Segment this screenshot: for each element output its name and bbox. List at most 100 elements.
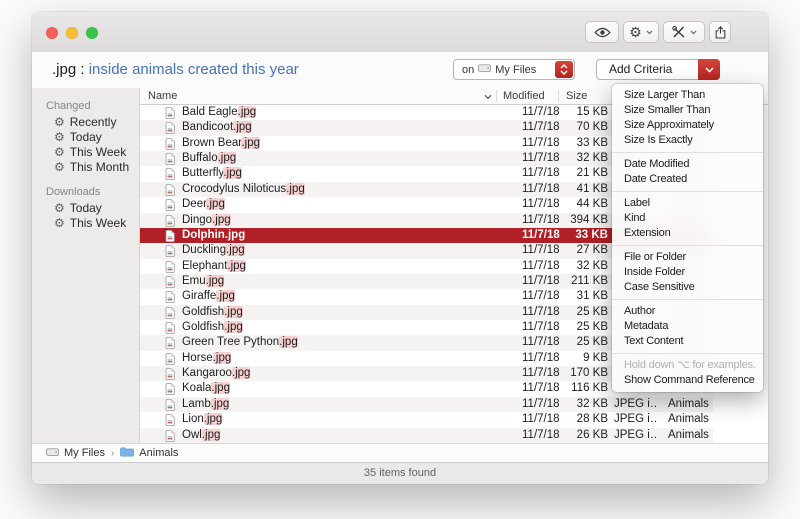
- menu-separator: [612, 353, 763, 354]
- search-scope-popup[interactable]: on My Files: [453, 59, 575, 80]
- file-size: 44 KB: [558, 197, 608, 212]
- tools-menu-button[interactable]: [663, 21, 705, 43]
- sidebar-item-downloads-this-week[interactable]: ⚙This Week: [32, 215, 139, 230]
- status-bar: 35 items found: [32, 462, 768, 484]
- file-name: Dolphin.jpg: [182, 228, 492, 243]
- file-location: Animals: [668, 428, 714, 443]
- file-name: Bald Eagle.jpg: [182, 105, 492, 120]
- file-name: Elephant.jpg: [182, 259, 492, 274]
- gear-icon: ⚙: [629, 25, 642, 39]
- popup-stepper-icon: [555, 61, 573, 78]
- sort-indicator-icon[interactable]: [484, 89, 492, 105]
- file-icon: [165, 335, 177, 350]
- table-row-lion[interactable]: Lion.jpg11/7/1828 KBJPEG i…Animals: [140, 412, 713, 427]
- folder-icon: [120, 447, 134, 460]
- disk-icon: [46, 447, 59, 460]
- match-highlight: .jpg: [279, 336, 298, 348]
- menu-item-text-content[interactable]: Text Content: [612, 334, 763, 349]
- menu-item-size-smaller-than[interactable]: Size Smaller Than: [612, 103, 763, 118]
- menu-item-size-larger-than[interactable]: Size Larger Than: [612, 88, 763, 103]
- sidebar-section-downloads: Downloads⚙Today⚙This Week: [32, 174, 139, 230]
- match-highlight: .jpg: [206, 275, 225, 287]
- sidebar-item-changed-this-week[interactable]: ⚙This Week: [32, 144, 139, 159]
- menu-item-date-created[interactable]: Date Created: [612, 172, 763, 187]
- file-size: 25 KB: [558, 335, 608, 350]
- menu-item-kind[interactable]: Kind: [612, 211, 763, 226]
- table-row-owl[interactable]: Owl.jpg11/7/1826 KBJPEG i…Animals: [140, 428, 713, 443]
- file-icon: [165, 136, 177, 151]
- column-header-size[interactable]: Size: [566, 88, 587, 104]
- breadcrumb-root[interactable]: My Files: [46, 447, 105, 460]
- column-header-modified[interactable]: Modified: [503, 88, 545, 104]
- match-highlight: .jpg: [212, 214, 231, 226]
- breadcrumb-folder[interactable]: Animals: [120, 447, 178, 460]
- file-name: Koala.jpg: [182, 381, 492, 396]
- menu-item-label[interactable]: Label: [612, 196, 763, 211]
- file-icon: [165, 228, 177, 243]
- menu-item-author[interactable]: Author: [612, 304, 763, 319]
- table-row-lamb[interactable]: Lamb.jpg11/7/1832 KBJPEG i…Animals: [140, 397, 713, 412]
- zoom-button[interactable]: [86, 27, 98, 39]
- menu-item-metadata[interactable]: Metadata: [612, 319, 763, 334]
- close-button[interactable]: [46, 27, 58, 39]
- add-criteria-menu: Size Larger ThanSize Smaller ThanSize Ap…: [612, 84, 763, 392]
- file-size: 33 KB: [558, 228, 608, 243]
- share-button[interactable]: [709, 21, 731, 43]
- file-name: Giraffe.jpg: [182, 289, 492, 304]
- sidebar-item-changed-recently[interactable]: ⚙Recently: [32, 114, 139, 129]
- file-icon: [165, 182, 177, 197]
- match-highlight: .jpg: [232, 367, 251, 379]
- sidebar-item-label: Today: [70, 130, 102, 144]
- file-size: 211 KB: [558, 274, 608, 289]
- sidebar-item-changed-this-month[interactable]: ⚙This Month: [32, 159, 139, 174]
- smart-search-gear-icon: ⚙: [54, 116, 65, 128]
- file-name: Crocodylus Niloticus.jpg: [182, 182, 492, 197]
- file-size: 394 KB: [558, 213, 608, 228]
- match-highlight: .jpg: [233, 121, 252, 133]
- menu-separator: [612, 299, 763, 300]
- sidebar-item-label: Today: [70, 201, 102, 215]
- menu-item-date-modified[interactable]: Date Modified: [612, 157, 763, 172]
- file-size: 26 KB: [558, 428, 608, 443]
- file-name: Bandicoot.jpg: [182, 120, 492, 135]
- sidebar-item-downloads-today[interactable]: ⚙Today: [32, 200, 139, 215]
- menu-item-size-approximately[interactable]: Size Approximately: [612, 118, 763, 133]
- file-name: Buffalo.jpg: [182, 151, 492, 166]
- sidebar-item-changed-today[interactable]: ⚙Today: [32, 129, 139, 144]
- menu-item-extension[interactable]: Extension: [612, 226, 763, 241]
- search-app-window: ⚙: [32, 12, 768, 484]
- menu-item-inside-folder[interactable]: Inside Folder: [612, 265, 763, 280]
- minimize-button[interactable]: [66, 27, 78, 39]
- breadcrumb-separator: ›: [111, 448, 114, 459]
- search-query[interactable]: .jpg : inside animals created this year: [52, 52, 299, 88]
- match-highlight: .jpg: [206, 198, 225, 210]
- menu-item-file-or-folder[interactable]: File or Folder: [612, 250, 763, 265]
- file-icon: [165, 289, 177, 304]
- file-kind: JPEG i…: [614, 397, 658, 412]
- chevron-down-icon: [698, 59, 720, 80]
- smart-search-gear-icon: ⚙: [54, 146, 65, 158]
- add-criteria-button[interactable]: Add Criteria: [596, 59, 720, 80]
- action-menu-button[interactable]: ⚙: [623, 21, 659, 43]
- file-icon: [165, 397, 177, 412]
- file-kind: JPEG i…: [614, 428, 658, 443]
- menu-item-size-is-exactly[interactable]: Size Is Exactly: [612, 133, 763, 148]
- preview-button[interactable]: [585, 21, 619, 43]
- file-name: Goldfish.jpg: [182, 305, 492, 320]
- desktop-background: ⚙: [0, 0, 800, 519]
- match-highlight: .jpg: [218, 152, 237, 164]
- items-found-count: 35 items found: [364, 467, 436, 479]
- match-highlight: .jpg: [238, 106, 257, 118]
- file-size: 32 KB: [558, 259, 608, 274]
- file-name: Kangaroo.jpg: [182, 366, 492, 381]
- menu-item-case-sensitive[interactable]: Case Sensitive: [612, 280, 763, 295]
- column-header-name[interactable]: Name: [148, 88, 177, 104]
- eye-icon: [594, 27, 611, 38]
- query-terms: inside animals created this year: [89, 61, 299, 78]
- file-icon: [165, 166, 177, 181]
- file-size: 32 KB: [558, 397, 608, 412]
- menu-item-show-command-reference[interactable]: Show Command Reference: [612, 373, 763, 388]
- match-highlight: .jpg: [216, 290, 235, 302]
- file-size: 15 KB: [558, 105, 608, 120]
- add-criteria-label: Add Criteria: [609, 60, 672, 79]
